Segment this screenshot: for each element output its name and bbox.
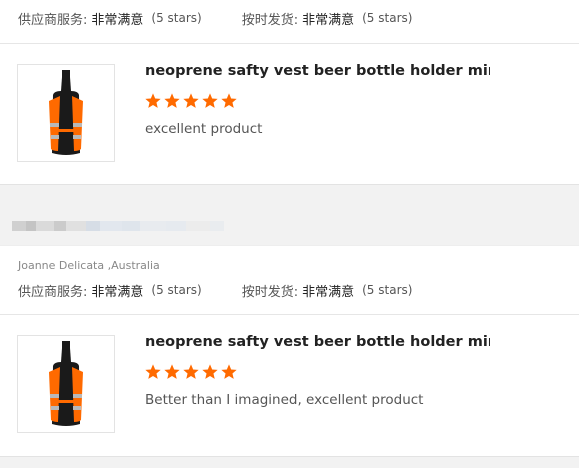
- product-thumbnail[interactable]: [17, 335, 115, 433]
- review-2-ratings: 供应商服务: 非常满意 (5 stars) 按时发货: 非常满意 (5 star…: [18, 281, 413, 300]
- star-icon: [221, 364, 237, 379]
- star-icon: [183, 93, 199, 108]
- star-icon: [145, 93, 161, 108]
- star-icon: [164, 93, 180, 108]
- supplier-service-stars: (5 stars): [151, 283, 202, 297]
- product-title-link[interactable]: neoprene safty vest beer bottle holder m…: [145, 334, 490, 350]
- review-1-ratings: 供应商服务: 非常满意 (5 stars) 按时发货: 非常满意 (5 star…: [18, 9, 413, 28]
- star-icon: [164, 364, 180, 379]
- supplier-service-value: 非常满意: [91, 284, 144, 300]
- review-comment: excellent product: [145, 121, 263, 137]
- supplier-service-label: 供应商服务:: [18, 284, 88, 300]
- supplier-service-label: 供应商服务:: [18, 12, 88, 28]
- supplier-service-stars: (5 stars): [151, 11, 202, 25]
- review-2-product: neoprene safty vest beer bottle holder m…: [0, 315, 579, 455]
- product-thumbnail[interactable]: [17, 64, 115, 162]
- reviewer-name-country: Joanne Delicata ,Australia: [18, 259, 160, 272]
- blurred-reviewer-info: [12, 221, 224, 231]
- star-icon: [183, 364, 199, 379]
- shipping-value: 非常满意: [302, 284, 355, 300]
- shipping-value: 非常满意: [302, 12, 355, 28]
- feedback-page: 供应商服务: 非常满意 (5 stars) 按时发货: 非常满意 (5 star…: [0, 0, 579, 468]
- review-comment: Better than I imagined, excellent produc…: [145, 392, 424, 408]
- review-separator: [0, 184, 579, 246]
- star-icon: [221, 93, 237, 108]
- beer-bottle-vest-product-image: [49, 341, 83, 426]
- shipping-stars: (5 stars): [362, 11, 413, 25]
- supplier-service-value: 非常满意: [91, 12, 144, 28]
- star-icon: [145, 364, 161, 379]
- product-title-link[interactable]: neoprene safty vest beer bottle holder m…: [145, 63, 490, 79]
- shipping-stars: (5 stars): [362, 283, 413, 297]
- product-rating: [144, 92, 238, 110]
- shipping-label: 按时发货:: [241, 284, 299, 300]
- shipping-label: 按时发货:: [241, 12, 299, 28]
- star-icon: [202, 364, 218, 379]
- star-icon: [202, 93, 218, 108]
- review-separator: [0, 456, 579, 468]
- beer-bottle-vest-product-image: [49, 70, 83, 155]
- product-rating: [144, 363, 238, 381]
- review-1-product: neoprene safty vest beer bottle holder m…: [0, 44, 579, 184]
